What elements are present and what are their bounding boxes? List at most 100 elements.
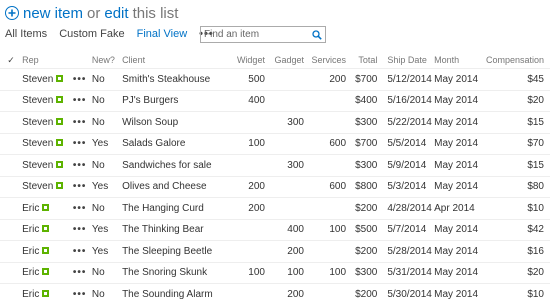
table-row[interactable]: Eric ••• Yes The Thinking Bear 400 100 $500 5/7… (0, 218, 550, 241)
new-cell: Yes (91, 175, 123, 198)
col-header-rep[interactable]: Rep (22, 52, 73, 69)
view-final-view[interactable]: Final View (137, 28, 188, 40)
view-all-items[interactable]: All Items (5, 28, 47, 40)
services-cell (307, 283, 351, 305)
row-menu-button[interactable]: ••• (73, 246, 87, 257)
row-menu-button[interactable]: ••• (73, 181, 87, 192)
row-select-cell[interactable] (0, 111, 23, 133)
rep-name[interactable]: Steven (22, 95, 53, 106)
rep-cell: Eric (22, 218, 73, 241)
compensation-cell: $20 (485, 89, 550, 112)
presence-icon (42, 225, 50, 233)
view-custom-fake[interactable]: Custom Fake (59, 28, 124, 40)
rep-name[interactable]: Eric (22, 203, 39, 214)
client-cell: Olives and Cheese (122, 175, 218, 198)
new-cell: No (91, 89, 123, 112)
widget-cell: 100 (217, 261, 269, 284)
rep-cell: Eric (22, 261, 73, 284)
new-cell: Yes (91, 132, 123, 155)
row-menu-button[interactable]: ••• (73, 203, 87, 214)
presence-icon (42, 203, 50, 211)
add-circle-icon[interactable] (5, 6, 19, 20)
widget-cell (217, 218, 269, 241)
col-header-gadget[interactable]: Gadget (269, 52, 308, 69)
rep-name[interactable]: Eric (22, 289, 39, 300)
compensation-cell: $45 (485, 68, 550, 90)
table-row[interactable]: Eric ••• No The Sounding Alarm 200 $200 5/30/2… (0, 283, 550, 305)
list-header: new item or edit this list (5, 3, 178, 23)
table-row[interactable]: Eric ••• Yes The Sleeping Beetle 200 $200 5/28… (0, 240, 550, 262)
row-select-cell[interactable] (0, 89, 23, 112)
table-row[interactable]: Steven ••• Yes Salads Galore 100 600 $700 5/5/2… (0, 132, 550, 155)
row-menu-button[interactable]: ••• (73, 267, 87, 278)
row-menu-button[interactable]: ••• (73, 117, 87, 128)
row-menu-button[interactable]: ••• (73, 289, 87, 300)
row-menu-button[interactable]: ••• (73, 224, 87, 235)
new-cell: No (91, 111, 123, 133)
rep-name[interactable]: Eric (22, 267, 39, 278)
col-header-widget[interactable]: Widget (217, 52, 268, 69)
ship-date-cell: 5/5/2014 (381, 132, 435, 155)
client-cell: Wilson Soup (122, 111, 218, 133)
table-row[interactable]: Steven ••• No Sandwiches for sale 300 $300 5/9… (0, 154, 550, 176)
row-select-cell[interactable] (0, 68, 23, 90)
col-header-services[interactable]: Services (308, 52, 350, 69)
row-select-cell[interactable] (0, 154, 23, 176)
row-select-cell[interactable] (0, 175, 23, 198)
row-select-cell[interactable] (0, 283, 23, 305)
client-cell: The Snoring Skunk (122, 261, 218, 284)
widget-cell: 200 (217, 197, 269, 219)
table-row[interactable]: Steven ••• No PJ's Burgers 400 $400 5/16/2014 M… (0, 89, 550, 112)
row-select-cell[interactable] (0, 132, 23, 155)
new-item-link[interactable]: new item (23, 5, 83, 22)
search-input[interactable] (201, 29, 308, 40)
services-cell: 200 (307, 68, 351, 90)
edit-list-link[interactable]: edit (104, 5, 128, 22)
rep-name[interactable]: Eric (22, 224, 39, 235)
rep-name[interactable]: Steven (22, 181, 53, 192)
new-cell: No (91, 68, 123, 90)
table-row[interactable]: Eric ••• No The Hanging Curd 200 $200 4/28/201… (0, 197, 550, 219)
table-row[interactable]: Steven ••• No Smith's Steakhouse 500 200 $700 5… (0, 68, 550, 90)
col-header-compensation[interactable]: Compensation (486, 52, 550, 69)
presence-icon (42, 289, 50, 297)
compensation-cell: $16 (485, 240, 550, 262)
col-header-month[interactable]: Month (434, 52, 486, 69)
table-row[interactable]: Eric ••• No The Snoring Skunk 100 100 100 $300 5… (0, 261, 550, 284)
rep-cell: Steven (22, 175, 73, 198)
total-cell: $500 (350, 218, 382, 241)
gadget-cell: 200 (268, 240, 308, 262)
gadget-cell (268, 68, 308, 90)
row-menu-button[interactable]: ••• (73, 74, 87, 85)
row-menu-button[interactable]: ••• (73, 160, 87, 171)
rep-name[interactable]: Steven (22, 160, 53, 171)
col-header-new[interactable]: New? (92, 52, 122, 69)
gadget-cell: 400 (268, 218, 308, 241)
compensation-cell: $15 (485, 154, 550, 176)
row-select-cell[interactable] (0, 261, 23, 284)
select-all-checkmark[interactable]: ✓ (0, 52, 22, 69)
search-icon[interactable] (312, 29, 322, 40)
table-row[interactable]: Steven ••• Yes Olives and Cheese 200 600 $800 5… (0, 175, 550, 198)
rep-name[interactable]: Steven (22, 138, 53, 149)
rep-name[interactable]: Steven (22, 117, 53, 128)
client-cell: PJ's Burgers (122, 89, 218, 112)
presence-icon (56, 96, 64, 104)
gadget-cell (268, 89, 308, 112)
row-menu-button[interactable]: ••• (73, 138, 87, 149)
col-header-total[interactable]: Total (350, 52, 381, 69)
rep-name[interactable]: Eric (22, 246, 39, 257)
table-row[interactable]: Steven ••• No Wilson Soup 300 $300 5/22/2014 Ma… (0, 111, 550, 133)
total-cell: $700 (350, 132, 382, 155)
row-select-cell[interactable] (0, 218, 23, 241)
row-select-cell[interactable] (0, 240, 23, 262)
services-cell (307, 240, 351, 262)
rep-name[interactable]: Steven (22, 74, 53, 85)
col-header-client[interactable]: Client (122, 52, 217, 69)
ship-date-cell: 5/30/2014 (381, 283, 435, 305)
row-menu-button[interactable]: ••• (73, 95, 87, 106)
gadget-cell: 300 (268, 154, 308, 176)
total-cell: $300 (350, 261, 382, 284)
col-header-ship-date[interactable]: Ship Date (381, 52, 434, 69)
row-select-cell[interactable] (0, 197, 23, 219)
